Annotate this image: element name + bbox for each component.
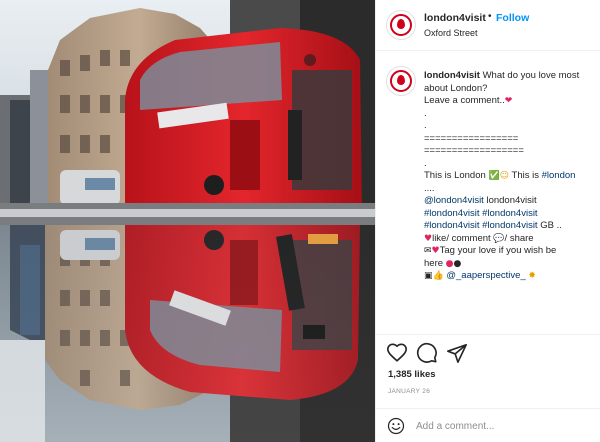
mention-aaperspective[interactable]: @_aaperspective_ bbox=[446, 270, 525, 281]
caption-dot-3: . bbox=[424, 157, 427, 169]
hashtag-london4visit-4[interactable]: #london4visit bbox=[482, 220, 537, 231]
post-actions bbox=[386, 342, 596, 364]
caption-dot-2: . bbox=[424, 120, 427, 131]
caption-gb: GB .. bbox=[540, 220, 562, 231]
post-caption: london4visit What do you love most about… bbox=[424, 70, 597, 283]
follow-button[interactable]: Follow bbox=[496, 12, 529, 24]
separator-dot: • bbox=[488, 11, 492, 22]
grapes-emoji-icon: ● bbox=[453, 258, 462, 269]
comment-bar bbox=[376, 408, 600, 442]
caption-dot-1: . bbox=[424, 107, 427, 119]
thumbs-up-emoji-icon: 👍 bbox=[432, 271, 444, 281]
hashtag-london4visit-1[interactable]: #london4visit bbox=[424, 208, 479, 219]
caption-share: / share bbox=[504, 232, 534, 244]
caption-this-is-london: This is London bbox=[424, 170, 486, 181]
caption-text-2: about London? bbox=[424, 82, 488, 94]
caption-ellipsis: .... bbox=[424, 182, 435, 194]
smile-emoji-icon: ☺ bbox=[499, 171, 510, 181]
red-heart-emoji-icon: ♥ bbox=[431, 246, 440, 256]
caption-username[interactable]: london4visit bbox=[424, 70, 480, 81]
mention-london4visit[interactable]: @london4visit bbox=[424, 195, 484, 206]
london-bus-reflection-image bbox=[0, 0, 375, 442]
post-header: london4visit • Follow Oxford Street bbox=[376, 0, 600, 51]
post-side-panel: london4visit • Follow Oxford Street lond… bbox=[375, 0, 600, 442]
strawberry-emoji-icon: ● bbox=[445, 258, 454, 269]
speech-bubble-emoji-icon: 💬 bbox=[493, 233, 505, 244]
caption-this-is: This is bbox=[511, 170, 539, 181]
hashtag-london4visit-3[interactable]: #london4visit bbox=[424, 220, 479, 231]
sparkle-emoji-icon: ✸ bbox=[528, 271, 536, 281]
heart-outline-icon[interactable] bbox=[386, 342, 408, 364]
paper-plane-icon[interactable] bbox=[446, 342, 468, 364]
likes-count[interactable]: 1,385 likes bbox=[388, 369, 436, 380]
caption-rule-1: ================= bbox=[424, 132, 519, 144]
post-photo[interactable] bbox=[0, 0, 375, 442]
caption-tag-love: Tag your love if you wish be bbox=[439, 245, 557, 256]
envelope-emoji-icon: ✉ bbox=[424, 246, 432, 256]
hashtag-london[interactable]: #london bbox=[542, 170, 576, 181]
avatar[interactable] bbox=[386, 10, 416, 40]
location-link[interactable]: Oxford Street bbox=[424, 28, 478, 38]
avatar-drop-icon bbox=[397, 75, 405, 85]
comment-input[interactable] bbox=[416, 417, 591, 435]
caption-like-comment: like/ comment bbox=[432, 232, 491, 244]
hashtag-london4visit-2[interactable]: #london4visit bbox=[482, 208, 537, 219]
avatar-drop-icon bbox=[397, 19, 405, 29]
orange-heart-emoji-icon: ♥ bbox=[424, 233, 433, 244]
caption-here: here bbox=[424, 257, 444, 269]
caption-rule-2: ================== bbox=[424, 145, 524, 156]
actions-divider bbox=[376, 334, 600, 335]
camera-emoji-icon: ▣ bbox=[424, 271, 433, 281]
speech-bubble-icon[interactable] bbox=[416, 342, 438, 364]
header-username[interactable]: london4visit bbox=[424, 12, 486, 24]
check-emoji-icon: ✅ bbox=[488, 171, 500, 181]
caption-text-1: What do you love most bbox=[482, 70, 580, 81]
smiley-face-icon[interactable] bbox=[387, 417, 405, 435]
heart-emoji-icon: ❤ bbox=[504, 96, 513, 106]
post-date[interactable]: JANUARY 26 bbox=[388, 388, 430, 395]
caption-mention-text: london4visit bbox=[486, 195, 537, 206]
caption-text-3: Leave a comment.. bbox=[424, 95, 505, 106]
caption-avatar[interactable] bbox=[386, 66, 416, 96]
